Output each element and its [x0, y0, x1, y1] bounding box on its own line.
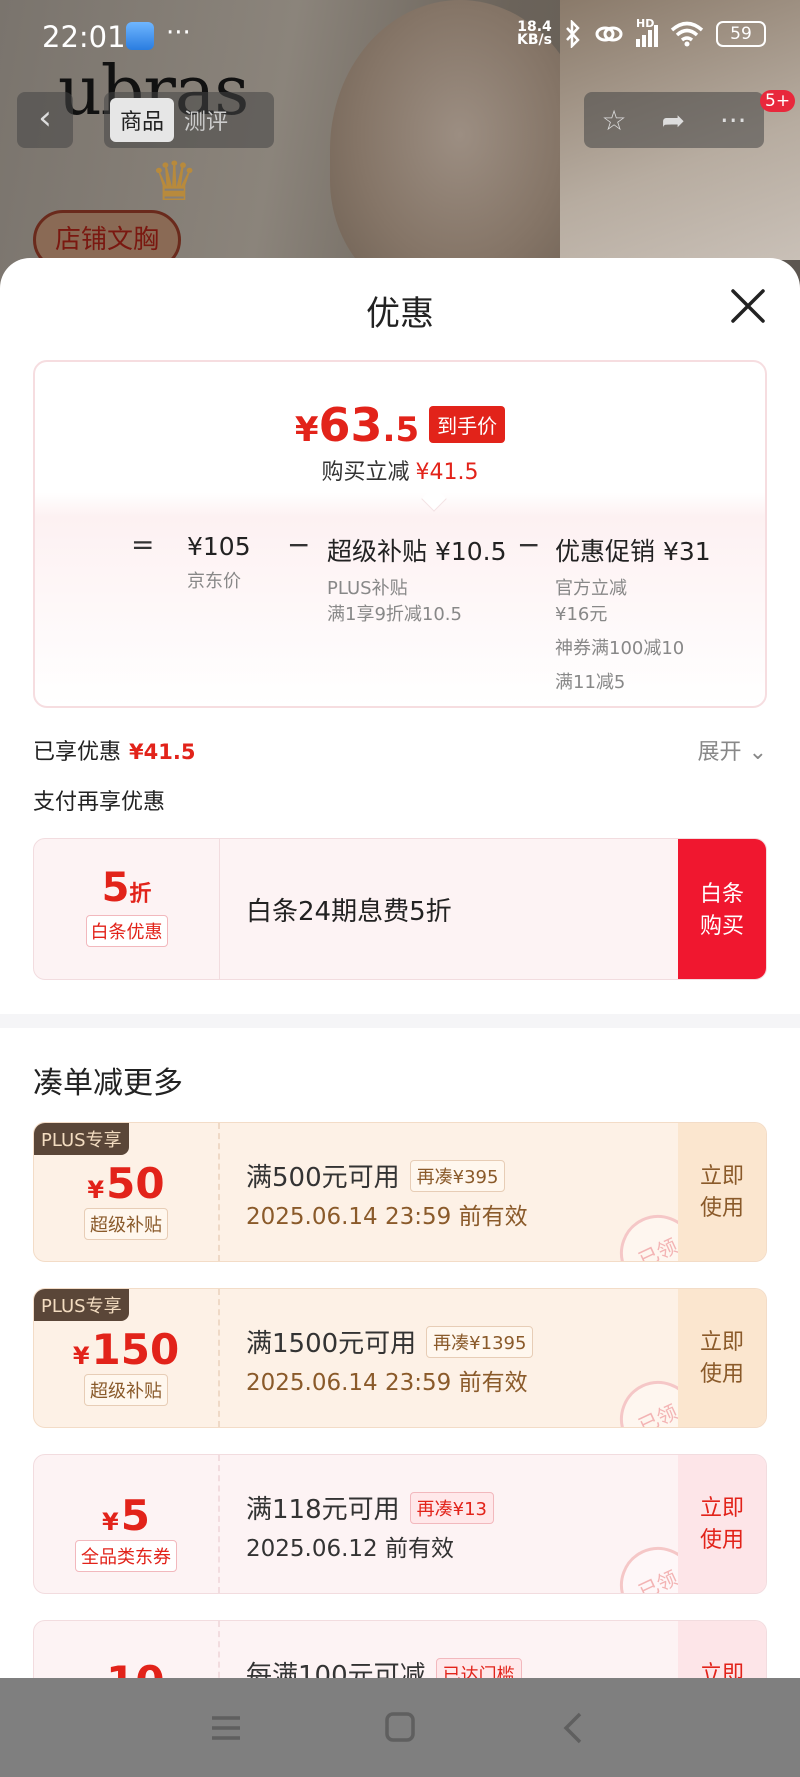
baitiao-rate: 5折 [101, 865, 152, 911]
coupon-amount: ¥150 [72, 1325, 180, 1374]
jd-price-col: ¥105 京东价 [187, 532, 251, 595]
coupon-need-badge: 再凑¥395 [409, 1159, 506, 1192]
minus-sign: − [517, 528, 541, 561]
final-price-row: ¥63.5 到手价 [35, 398, 765, 452]
coupon-need-badge: 再凑¥13 [409, 1491, 494, 1524]
network-speed: 18.4 KB/s [517, 19, 552, 48]
final-price-tag: 到手价 [429, 406, 506, 443]
card-pointer [421, 486, 447, 512]
minus-sign: − [287, 528, 311, 561]
tab-review[interactable]: 测评 [184, 104, 228, 136]
back-button[interactable]: ‹ [17, 92, 73, 148]
coupon-condition: 满118元可用 再凑¥13 [246, 1489, 494, 1526]
coupon-condition: 满500元可用 再凑¥395 [246, 1157, 506, 1194]
weather-app-icon [126, 22, 154, 50]
use-now-button[interactable]: 立即 使用 [678, 1123, 766, 1261]
enjoyed-label: 已享优惠 [33, 740, 122, 765]
enjoyed-amount: ¥41.5 [129, 740, 196, 764]
coupon-expiry: 2025.06.14 23:59 前有效 [246, 1370, 528, 1396]
link-icon [595, 26, 623, 42]
plus-subsidy-label: PLUS补贴 满1享9折减10.5 [327, 578, 462, 625]
status-icons: 18.4 KB/s HD 59 [517, 17, 766, 48]
share-icon[interactable]: ➦ [661, 104, 684, 137]
coupon-amount: ¥5 [102, 1491, 150, 1540]
tab-goods[interactable]: 商品 [110, 98, 175, 142]
battery-indicator: 59 [716, 21, 766, 47]
coupon-need-badge: 再凑¥1395 [426, 1325, 534, 1358]
discount-bottom-sheet: 优惠 ¥63.5 到手价 购买立减 ¥41.5 = ¥105 京东价 − 超级补贴… [0, 258, 800, 1678]
product-actions: ☆ ➦ ··· [584, 92, 764, 148]
jd-price: ¥105 [187, 532, 251, 561]
section-title: 凑单减更多 [33, 1066, 183, 1101]
coupon-type-tag: 超级补贴 [84, 1208, 168, 1240]
coupon-expiry: 2025.06.14 23:59 前有效 [246, 1204, 528, 1230]
coupon-card: ¥150 超级补贴 PLUS专享 满1500元可用 再凑¥1395 2025.06… [33, 1288, 767, 1428]
use-now-button[interactable]: 立即 使用 [678, 1289, 766, 1427]
crown-icon: ♛ [150, 150, 199, 213]
chevron-down-icon: ⌄ [748, 740, 767, 765]
pay-more-label: 支付再享优惠 [33, 790, 166, 815]
use-now-button[interactable]: 立即 [678, 1621, 766, 1678]
baitiao-description: 白条24期息费5折 [246, 897, 452, 927]
system-navigation-bar [0, 1678, 800, 1777]
baitiao-buy-button[interactable]: 白条 购买 [678, 839, 766, 979]
signal-hd-label: HD [636, 17, 655, 30]
baitiao-offer-card: 5折 白条优惠 白条24期息费5折 白条 购买 [33, 838, 767, 980]
home-icon[interactable] [380, 1710, 420, 1746]
status-bar: 22:01 ··· 18.4 KB/s HD 59 [0, 0, 800, 72]
final-price: ¥63.5 [294, 398, 420, 452]
coupon-need-badge: 已达门槛 [435, 1657, 522, 1678]
more-menu-icon[interactable]: ··· [720, 104, 747, 137]
more-notifications-icon: ··· [166, 18, 191, 48]
coupon-condition: 每满100元可减 已达门槛 [246, 1655, 522, 1678]
jd-price-label: 京东价 [187, 571, 241, 592]
message-count-badge: 5+ [760, 90, 796, 112]
super-subsidy: 超级补贴 ¥10.5 [327, 537, 507, 566]
plus-exclusive-tag: PLUS专享 [34, 1123, 129, 1155]
plus-exclusive-tag: PLUS专享 [34, 1289, 129, 1321]
coupon-type-tag: 超级补贴 [84, 1374, 168, 1406]
bluetooth-icon [566, 20, 580, 48]
promo-details: 官方立减 ¥16元 神券满100减10 满11减5 [555, 578, 685, 693]
use-now-button[interactable]: 立即 使用 [678, 1455, 766, 1593]
promo-total: 优惠促销 ¥31 [555, 537, 711, 566]
coupon-amount: ¥50 [87, 1159, 165, 1208]
back-nav-icon[interactable] [554, 1710, 594, 1746]
buy-reduce-row: 购买立减 ¥41.5 [321, 460, 479, 485]
section-divider [0, 1014, 800, 1028]
product-top-nav: ‹ 商品 测评 ☆ ➦ ··· 5+ [0, 90, 800, 148]
buy-reduce-amount: ¥41.5 [415, 460, 479, 485]
signal-icon: HD [636, 17, 658, 47]
recent-apps-icon[interactable] [206, 1710, 246, 1746]
sheet-title: 优惠 [366, 294, 434, 334]
coupon-type-tag: 全品类东券 [75, 1540, 177, 1572]
equals-sign: = [131, 528, 155, 561]
coupon-card: ¥5 全品类东券 满118元可用 再凑¥13 2025.06.12 前有效 已领 … [33, 1454, 767, 1594]
favorite-star-icon[interactable]: ☆ [601, 104, 626, 137]
chevron-left-icon: ‹ [38, 98, 52, 138]
coupon-amount-block: ¥10 [34, 1621, 220, 1678]
coupon-card: ¥50 超级补贴 PLUS专享 满500元可用 再凑¥395 2025.06.14… [33, 1122, 767, 1262]
super-subsidy-col: 超级补贴 ¥10.5 PLUS补贴 满1享9折减10.5 [327, 532, 507, 628]
coupon-expiry: 2025.06.12 前有效 [246, 1536, 454, 1562]
baitiao-tag: 白条优惠 [85, 915, 168, 947]
coupon-condition: 满1500元可用 再凑¥1395 [246, 1323, 534, 1360]
coupon-card: ¥10 每满100元可减已达门槛 立即 [33, 1620, 767, 1678]
coupon-amount: ¥10 [34, 1657, 218, 1678]
wifi-icon [670, 21, 704, 47]
promo-col: 优惠促销 ¥31 官方立减 ¥16元 神券满100减10 满11减5 [555, 532, 711, 696]
product-tabs: 商品 测评 [104, 92, 274, 148]
coupon-amount-block: ¥5 全品类东券 [34, 1455, 220, 1593]
baitiao-rate-block: 5折 白条优惠 [34, 839, 220, 979]
price-breakdown-card: ¥63.5 到手价 购买立减 ¥41.5 = ¥105 京东价 − 超级补贴 ¥1… [33, 360, 767, 708]
close-icon[interactable] [728, 286, 768, 326]
expand-button[interactable]: 展开 ⌄ [698, 734, 767, 766]
status-time: 22:01 [42, 20, 126, 54]
enjoyed-discount-row: 已享优惠 ¥41.5 展开 ⌄ [33, 734, 767, 766]
